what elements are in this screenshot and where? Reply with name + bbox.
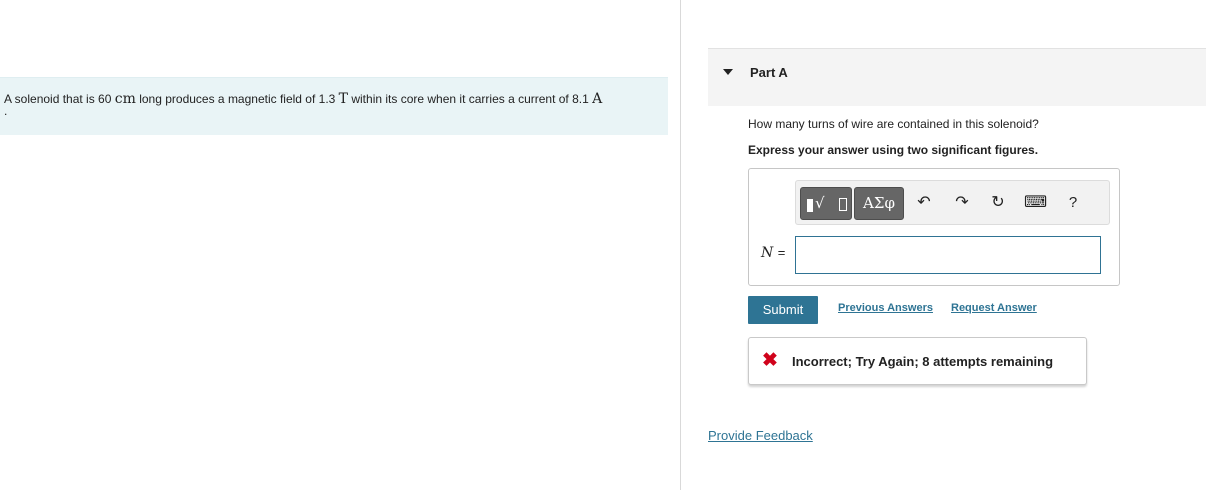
keyboard-icon[interactable]: ⌨	[1024, 192, 1047, 214]
provide-feedback-link[interactable]: Provide Feedback	[708, 428, 813, 443]
problem-period: .	[4, 104, 8, 118]
redo-icon[interactable]: ↷	[952, 192, 972, 214]
submit-button[interactable]: Submit	[748, 296, 818, 324]
help-icon[interactable]: ?	[1063, 192, 1083, 214]
problem-statement: A solenoid that is 60 cm long produces a…	[4, 91, 658, 118]
problem-text-part: within its core when it carries a curren…	[348, 92, 593, 106]
part-a-header[interactable]: Part A	[708, 48, 1206, 106]
answer-variable-label: N =	[761, 245, 785, 261]
instruction-text: Express your answer using two significan…	[748, 143, 1039, 157]
part-title: Part A	[750, 65, 788, 80]
undo-icon[interactable]: ↶	[914, 192, 934, 214]
collapse-caret-icon[interactable]	[723, 69, 733, 75]
unit-ampere: A	[592, 91, 603, 107]
answer-panel: √ ΑΣφ ↶ ↷ ↻ ⌨ ? N =	[748, 168, 1120, 286]
problem-text-part: long produces a magnetic field of 1.3	[135, 92, 339, 106]
request-answer-link[interactable]: Request Answer	[951, 302, 1037, 314]
unit-cm: cm	[114, 91, 136, 107]
problem-statement-box: A solenoid that is 60 cm long produces a…	[0, 77, 668, 135]
question-text: How many turns of wire are contained in …	[748, 117, 1039, 131]
problem-text-part: A solenoid that is 60	[4, 92, 115, 106]
feedback-message-box: ✖ Incorrect; Try Again; 8 attempts remai…	[748, 337, 1087, 385]
feedback-message: Incorrect; Try Again; 8 attempts remaini…	[792, 354, 1054, 369]
unit-tesla: T	[338, 91, 349, 107]
templates-icon[interactable]: √	[800, 187, 852, 220]
answer-input[interactable]	[795, 236, 1101, 274]
reset-icon[interactable]: ↻	[988, 192, 1008, 214]
math-toolbar: √ ΑΣφ ↶ ↷ ↻ ⌨ ?	[795, 180, 1110, 225]
incorrect-x-icon: ✖	[762, 350, 778, 371]
problem-pane: A solenoid that is 60 cm long produces a…	[0, 0, 681, 490]
variable-n: N	[761, 245, 774, 261]
previous-answers-link[interactable]: Previous Answers	[838, 302, 933, 314]
greek-symbols-icon[interactable]: ΑΣφ	[854, 187, 904, 220]
equals-sign: =	[777, 245, 786, 260]
